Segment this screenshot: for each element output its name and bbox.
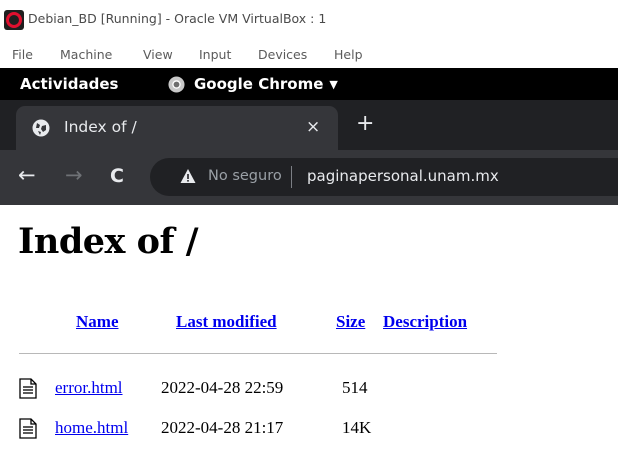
forward-arrow-icon[interactable]: → [65,163,83,187]
document-icon [19,378,37,399]
gnome-top-bar: Actividades Google Chrome ▼ [0,68,618,100]
vbox-menu-bar: File Machine View Input Devices Help [0,38,618,68]
new-tab-icon[interactable]: + [356,111,374,136]
file-size: 514 [342,378,368,397]
app-menu-button[interactable]: Google Chrome ▼ [168,75,338,93]
column-description-link[interactable]: Description [383,312,467,332]
column-name-link[interactable]: Name [76,312,118,332]
debian-logo-icon [4,10,24,30]
security-label[interactable]: No seguro [208,168,282,184]
menu-file[interactable]: File [12,47,33,62]
menu-devices[interactable]: Devices [258,47,307,62]
vbox-window-title: Debian_BD [Running] - Oracle VM VirtualB… [28,11,327,26]
back-arrow-icon[interactable]: ← [18,163,36,187]
file-modified: 2022-04-28 21:17 [161,418,284,437]
column-modified-link[interactable]: Last modified [176,312,277,332]
file-link[interactable]: error.html [55,378,123,398]
warning-icon [180,169,196,183]
reload-icon[interactable]: C [110,165,124,187]
tab-close-icon[interactable]: × [306,117,320,137]
page-content: Index of / Name Last modified Size Descr… [0,205,618,460]
header-divider [19,353,497,354]
menu-help[interactable]: Help [334,47,363,62]
page-title: Index of / [18,221,198,262]
app-menu-label: Google Chrome [194,75,324,93]
menu-machine[interactable]: Machine [60,47,112,62]
address-separator [291,166,292,188]
caret-down-icon: ▼ [329,77,338,91]
document-icon [19,418,37,439]
tab-title: Index of / [64,118,137,136]
globe-icon [32,119,50,137]
tab-index[interactable]: Index of / × [16,106,338,150]
chrome-icon [168,75,185,93]
menu-view[interactable]: View [143,47,173,62]
column-size-link[interactable]: Size [336,312,365,332]
vbox-title-bar: Debian_BD [Running] - Oracle VM VirtualB… [0,0,618,38]
file-link[interactable]: home.html [55,418,128,438]
activities-button[interactable]: Actividades [20,75,118,93]
menu-input[interactable]: Input [199,47,231,62]
address-bar[interactable]: No seguro paginapersonal.unam.mx [150,158,618,196]
file-modified: 2022-04-28 22:59 [161,378,284,397]
browser-toolbar: ← → C No seguro paginapersonal.unam.mx [0,150,618,205]
url-text[interactable]: paginapersonal.unam.mx [307,167,499,185]
tab-strip: Index of / × + [0,100,618,150]
file-size: 14K [342,418,372,437]
